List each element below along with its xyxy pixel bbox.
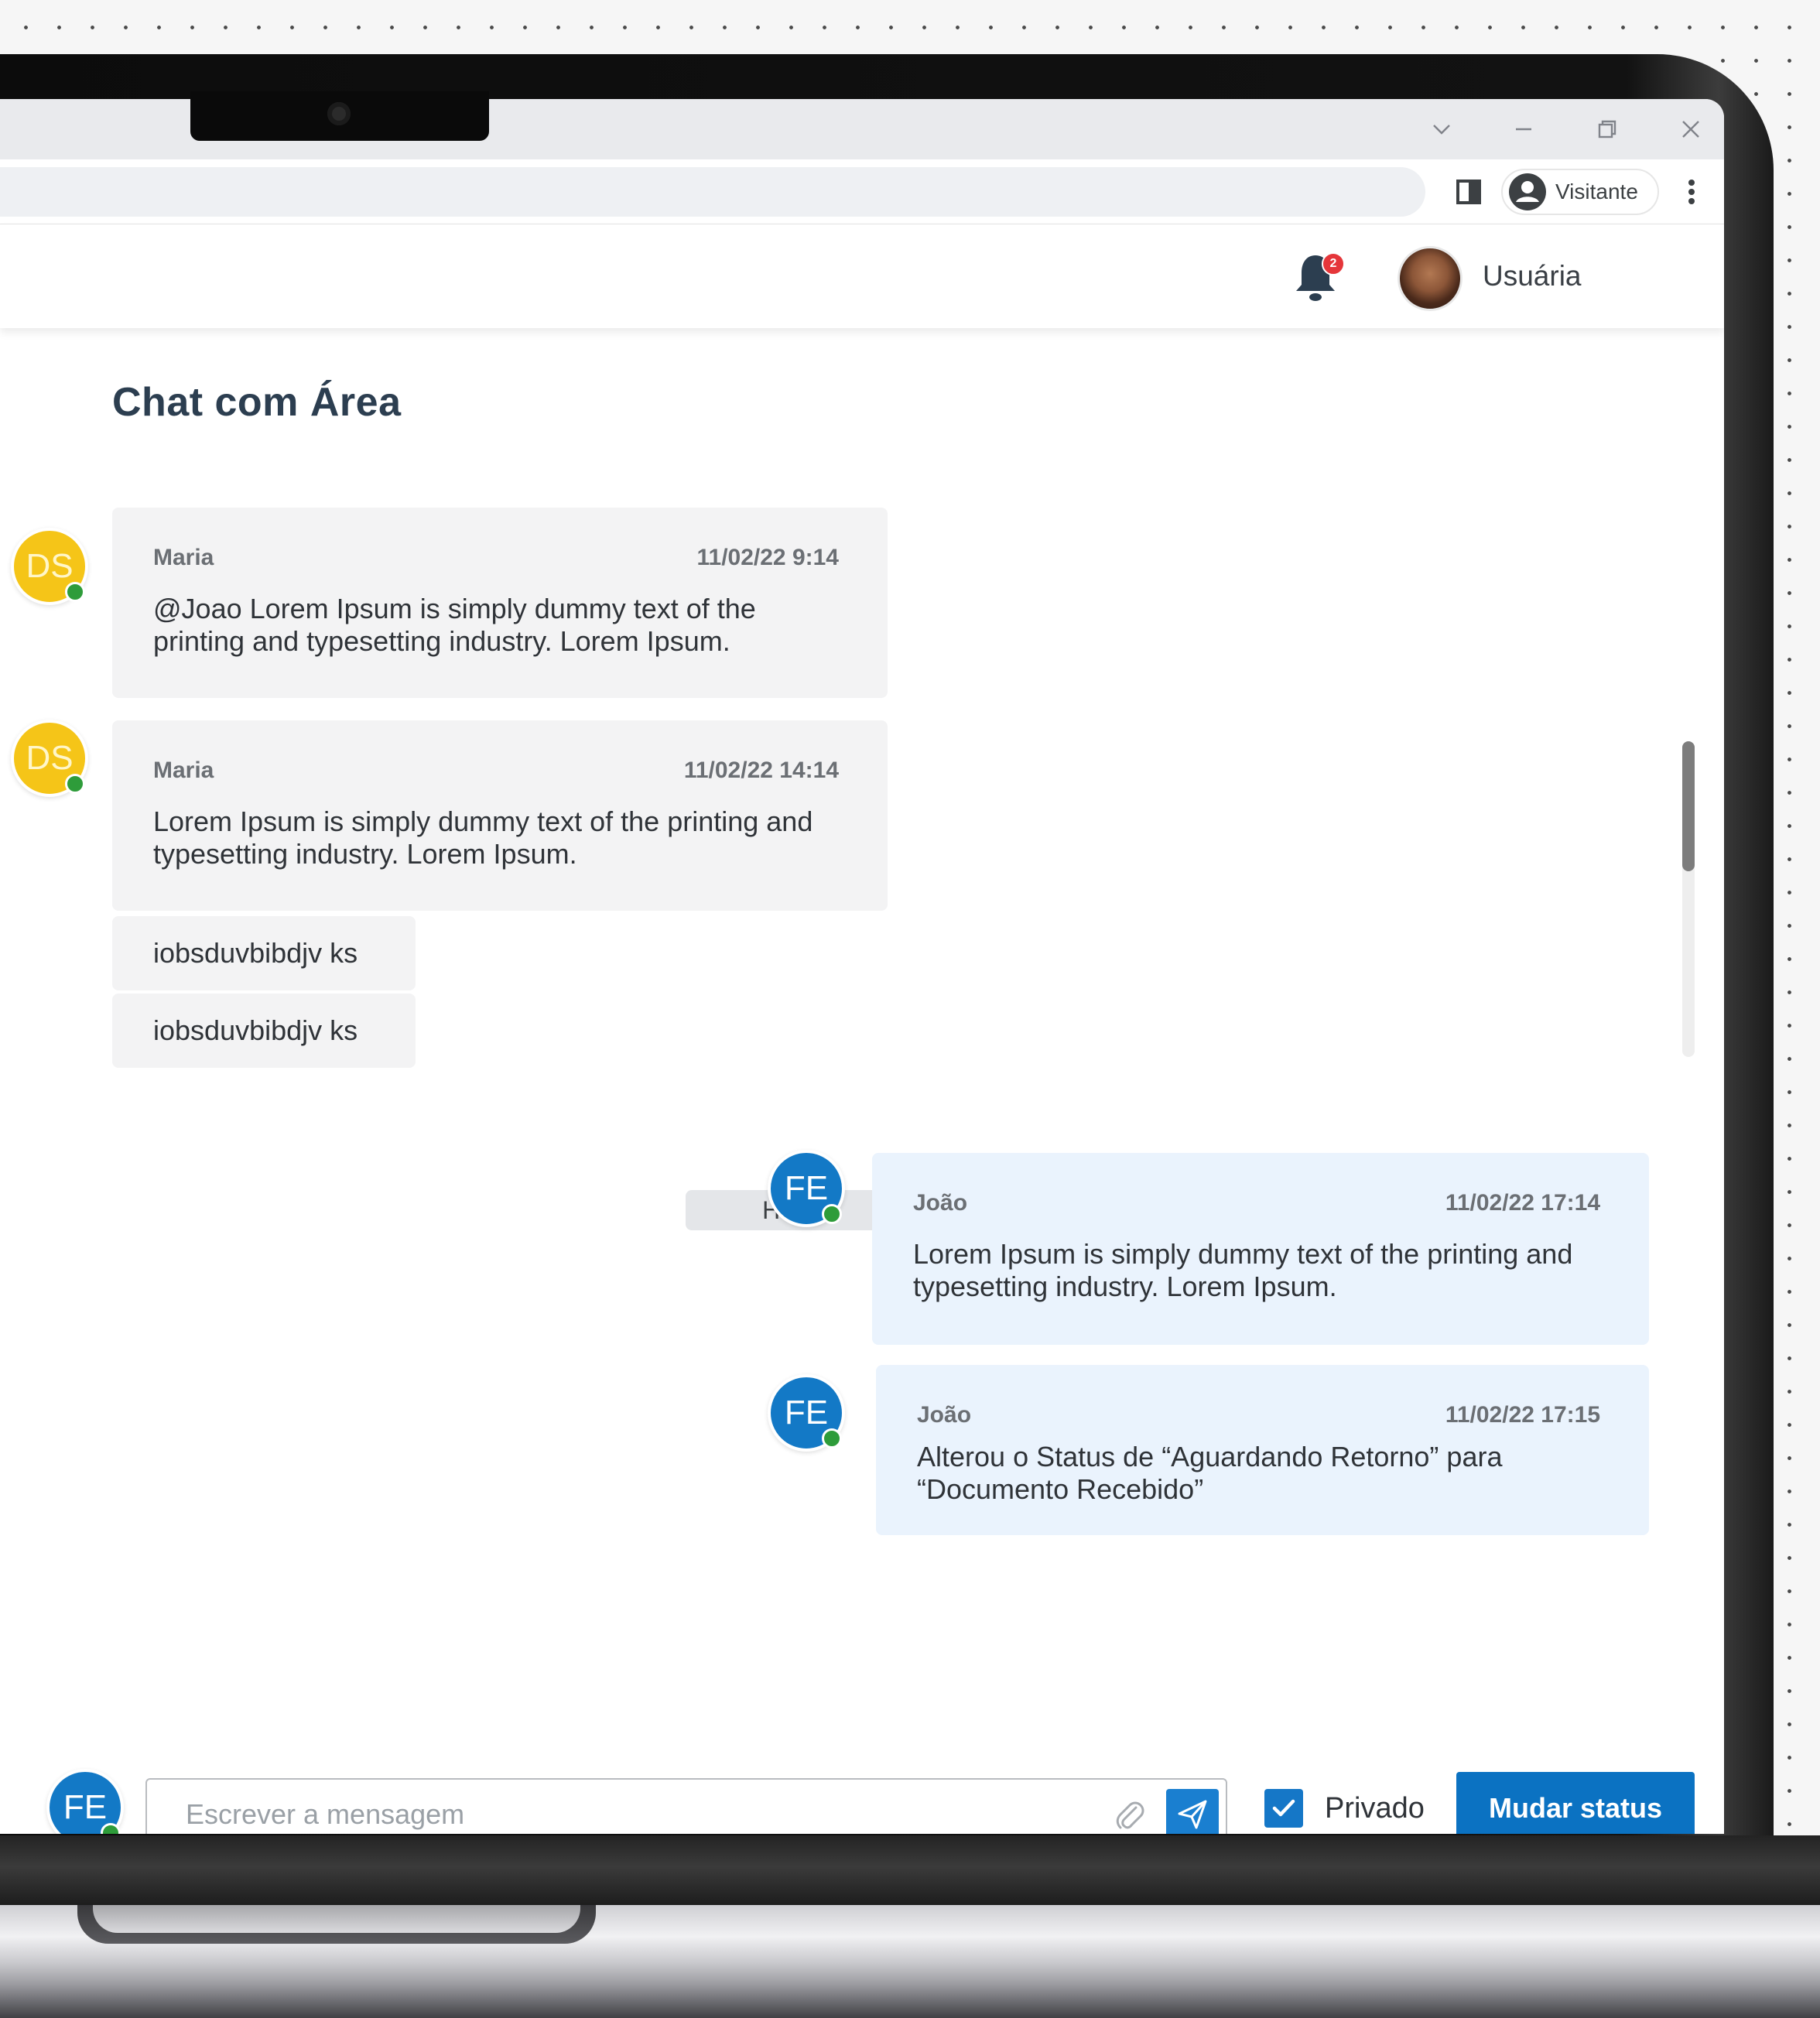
checkmark-icon — [1272, 1799, 1295, 1817]
user-name[interactable]: Usuária — [1483, 260, 1582, 292]
tab-search-button[interactable] — [1421, 108, 1462, 150]
message-bubble: João 11/02/22 17:14 Lorem Ipsum is simpl… — [872, 1153, 1649, 1345]
notification-badge: 2 — [1322, 252, 1345, 275]
online-status-dot — [822, 1428, 842, 1449]
message-composer — [145, 1778, 1227, 1834]
avatar-initials: FE — [784, 1169, 829, 1207]
message-bubble: Maria 11/02/22 9:14 @Joao Lorem Ipsum is… — [112, 508, 888, 698]
message-text: @Joao Lorem Ipsum is simply dummy text o… — [153, 593, 756, 657]
chevron-down-icon — [1433, 125, 1450, 135]
message-timestamp: 11/02/22 17:15 — [1445, 1402, 1600, 1428]
close-button[interactable] — [1670, 108, 1712, 150]
chat-scrollbar[interactable] — [1682, 741, 1695, 1057]
avatar-initials: FE — [784, 1394, 829, 1431]
profile-button[interactable]: Visitante — [1501, 169, 1659, 215]
message-avatar: DS — [11, 528, 88, 605]
online-status-dot — [822, 1204, 842, 1224]
private-checkbox-label[interactable]: Privado — [1325, 1792, 1425, 1825]
message-author: João — [913, 1190, 968, 1216]
message-bubble-short: iobsduvbibdjv ks — [112, 994, 416, 1068]
message-text: Alterou o Status de “Aguardando Retorno”… — [917, 1441, 1503, 1505]
send-icon — [1178, 1800, 1207, 1829]
message-timestamp: 11/02/22 17:14 — [1445, 1190, 1600, 1216]
restore-icon — [1598, 120, 1616, 139]
restore-button[interactable] — [1586, 108, 1628, 150]
browser-menu-button[interactable] — [1673, 173, 1710, 210]
minimize-button[interactable] — [1503, 108, 1545, 150]
laptop-lid-notch — [77, 1905, 596, 1944]
change-status-button[interactable]: Mudar status — [1456, 1772, 1695, 1834]
side-panel-icon — [1456, 180, 1481, 204]
send-button[interactable] — [1166, 1789, 1219, 1834]
avatar-initials: FE — [63, 1788, 108, 1826]
page-title: Chat com Área — [112, 380, 402, 425]
browser-window: Visitante 2 Usuária Chat com Área DS Mar… — [0, 99, 1724, 1834]
close-icon — [1682, 121, 1699, 138]
notifications-button[interactable]: 2 — [1292, 251, 1345, 306]
message-avatar: FE — [768, 1150, 845, 1227]
attach-button[interactable] — [1108, 1794, 1151, 1834]
message-avatar: DS — [11, 720, 88, 797]
online-status-dot — [65, 582, 85, 602]
avatar-initials: DS — [26, 739, 74, 777]
message-timestamp: 11/02/22 14:14 — [683, 758, 839, 783]
message-input[interactable] — [186, 1794, 1099, 1834]
message-bubble: Maria 11/02/22 14:14 Lorem Ipsum is simp… — [112, 720, 888, 911]
composer-avatar: FE — [46, 1769, 124, 1834]
scrollbar-thumb[interactable] — [1682, 741, 1695, 871]
paperclip-icon — [1116, 1801, 1144, 1829]
message-text: Lorem Ipsum is simply dummy text of the … — [913, 1238, 1573, 1302]
browser-toolbar: Visitante — [0, 159, 1724, 224]
message-bubble-short: iobsduvbibdjv ks — [112, 916, 416, 990]
private-checkbox[interactable] — [1264, 1789, 1303, 1828]
online-status-dot — [101, 1823, 121, 1834]
message-author: João — [917, 1402, 972, 1428]
laptop-hinge — [0, 1835, 1820, 1905]
more-vert-icon — [1688, 180, 1695, 204]
camera-notch — [190, 91, 489, 141]
message-bubble: João 11/02/22 17:15 Alterou o Status de … — [876, 1365, 1649, 1535]
message-avatar: FE — [768, 1374, 845, 1452]
profile-icon — [1507, 172, 1548, 212]
message-author: Maria — [153, 758, 214, 783]
minimize-icon — [1516, 128, 1531, 131]
profile-label: Visitante — [1555, 180, 1638, 204]
avatar-initials: DS — [26, 547, 74, 585]
message-text: Lorem Ipsum is simply dummy text of the … — [153, 805, 813, 870]
user-avatar[interactable] — [1398, 246, 1462, 311]
camera-icon — [327, 102, 351, 125]
message-timestamp: 11/02/22 9:14 — [696, 545, 839, 570]
side-panel-button[interactable] — [1450, 173, 1487, 210]
online-status-dot — [65, 774, 85, 794]
message-author: Maria — [153, 545, 214, 570]
app-header: 2 Usuária — [0, 224, 1724, 328]
address-bar[interactable] — [0, 167, 1425, 217]
